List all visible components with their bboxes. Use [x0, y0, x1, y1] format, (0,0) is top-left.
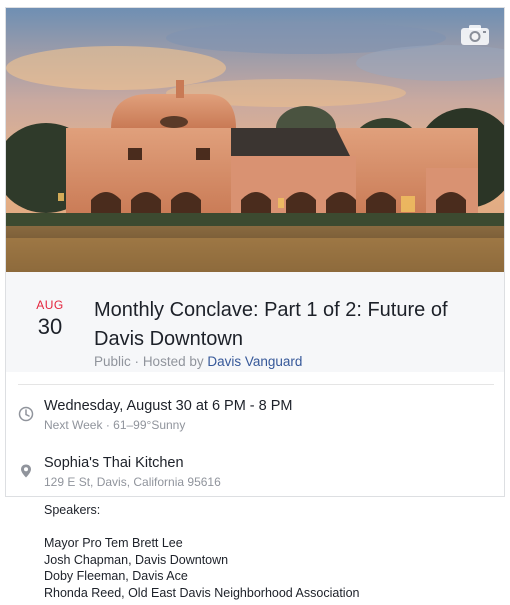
event-privacy: Public [94, 354, 131, 369]
relative-time: Next Week [44, 418, 103, 432]
event-time-row[interactable]: Wednesday, August 30 at 6 PM - 8 PM Next… [6, 396, 504, 436]
event-time-secondary: Next Week · 61–99°Sunny [44, 418, 185, 432]
cover-photo[interactable] [6, 8, 504, 272]
clock-icon [18, 406, 34, 422]
speakers-heading: Speakers: [44, 503, 101, 517]
host-link[interactable]: Davis Vanguard [207, 354, 302, 369]
speakers-section: Speakers: Mayor Pro Tem Brett Lee Josh C… [44, 502, 359, 601]
location-name: Sophia's Thai Kitchen [44, 455, 184, 471]
hosted-by-label: Hosted by [142, 354, 204, 369]
event-day: 30 [37, 314, 63, 339]
weather-forecast: 61–99°Sunny [113, 418, 186, 432]
speaker-item: Doby Fleeman, Davis Ace [44, 569, 188, 583]
event-meta: Public · Hosted by Davis Vanguard [94, 354, 302, 369]
speaker-item: Rhonda Reed, Old East Davis Neighborhood… [44, 585, 360, 600]
meta-separator: · [134, 354, 140, 369]
speaker-item: Mayor Pro Tem Brett Lee [44, 536, 183, 550]
event-month: AUG [36, 298, 64, 312]
event-location-row[interactable]: Sophia's Thai Kitchen 129 E St, Davis, C… [6, 453, 504, 493]
speaker-item: Josh Chapman, Davis Downtown [44, 552, 229, 567]
event-title[interactable]: Monthly Conclave: Part 1 of 2: Future of… [94, 296, 489, 354]
event-card: AUG 30 Monthly Conclave: Part 1 of 2: Fu… [5, 7, 505, 497]
event-date-block: AUG 30 [26, 298, 74, 342]
event-time: Wednesday, August 30 at 6 PM - 8 PM [44, 398, 293, 414]
camera-icon[interactable] [460, 24, 490, 46]
divider [18, 384, 494, 385]
location-address: 129 E St, Davis, California 95616 [44, 475, 221, 489]
time-separator: · [105, 418, 110, 432]
map-pin-icon [21, 464, 31, 478]
cover-photo-image [6, 8, 504, 272]
